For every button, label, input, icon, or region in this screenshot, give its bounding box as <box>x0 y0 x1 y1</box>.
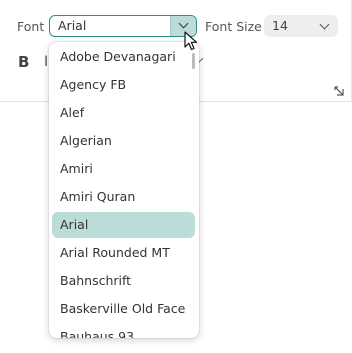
chevron-down-icon <box>178 18 189 29</box>
font-option[interactable]: Adobe Devanagari <box>52 44 195 70</box>
font-family-select[interactable]: Arial <box>49 15 197 37</box>
font-option[interactable]: Baskerville Old Face <box>52 296 195 322</box>
font-option[interactable]: Amiri <box>52 156 195 182</box>
bold-button[interactable]: B <box>18 52 34 72</box>
font-option[interactable]: Amiri Quran <box>52 184 195 210</box>
font-option[interactable]: Bahnschrift <box>52 268 195 294</box>
font-option[interactable]: Alef <box>52 100 195 126</box>
mouse-pointer-icon <box>184 31 198 51</box>
dropdown-scrollbar[interactable] <box>192 52 196 328</box>
font-option[interactable]: Agency FB <box>52 72 195 98</box>
font-option[interactable]: Algerian <box>52 128 195 154</box>
font-size-value: 14 <box>272 18 288 33</box>
font-dropdown-menu[interactable]: Adobe Devanagari Agency FB Alef Algerian… <box>49 42 199 338</box>
expand-corner-icon[interactable] <box>334 86 344 96</box>
dropdown-scrollbar-thumb[interactable] <box>192 53 195 69</box>
font-label: Font <box>17 19 45 34</box>
font-size-select[interactable]: 14 <box>264 15 338 37</box>
chevron-down-icon <box>319 19 330 30</box>
font-size-label: Font Size <box>205 19 262 34</box>
font-family-value: Arial <box>58 18 87 33</box>
font-option-selected[interactable]: Arial <box>52 212 195 238</box>
font-option[interactable]: Arial Rounded MT <box>52 240 195 266</box>
font-option-list[interactable]: Adobe Devanagari Agency FB Alef Algerian… <box>49 42 199 338</box>
font-option[interactable]: Bauhaus 93 <box>52 324 195 338</box>
